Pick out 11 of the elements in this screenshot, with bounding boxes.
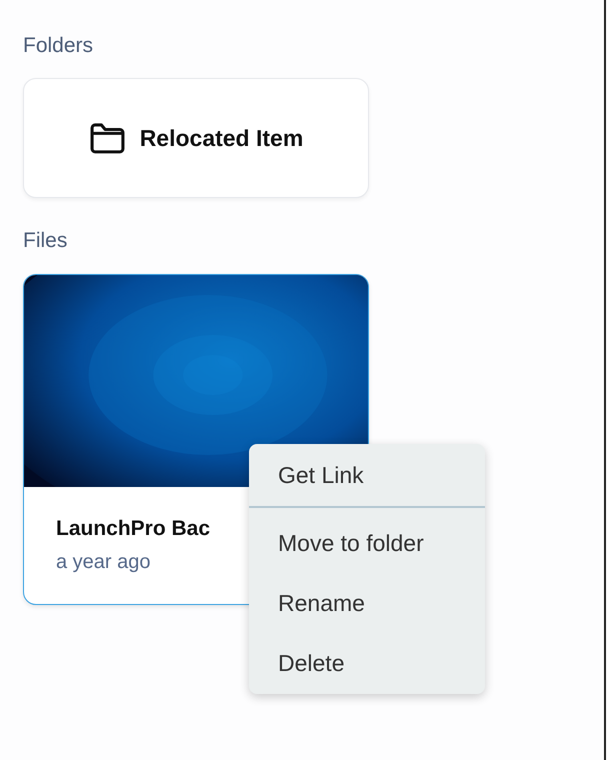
folder-icon (88, 121, 126, 155)
folder-card[interactable]: Relocated Item (23, 78, 369, 198)
menu-item[interactable]: Get Link (249, 460, 485, 490)
menu-item[interactable]: Rename (249, 588, 485, 618)
section-heading: Folders (23, 33, 94, 59)
file-date: a year ago (56, 550, 152, 575)
section-heading: Files (23, 228, 68, 254)
folder-name: Relocated Item (140, 124, 304, 152)
file-name: LaunchPro Bac (56, 516, 212, 542)
menu-item[interactable]: Move to folder (249, 528, 485, 558)
menu-item[interactable]: Delete (249, 648, 485, 678)
